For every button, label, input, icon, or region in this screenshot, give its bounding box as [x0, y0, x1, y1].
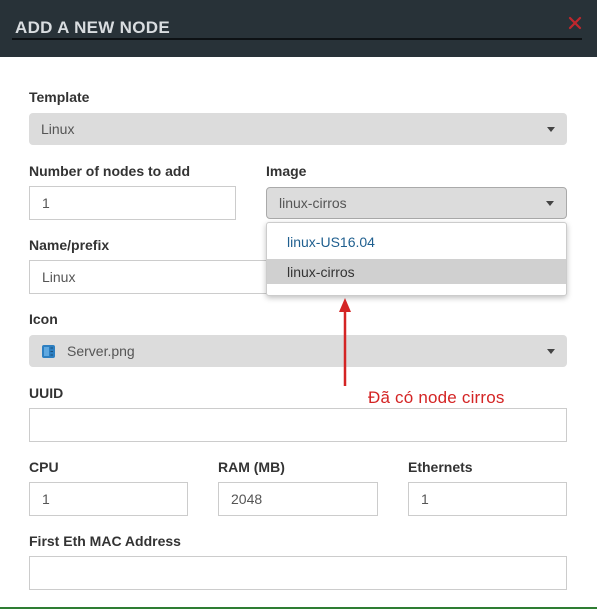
cpu-input[interactable]: 1	[29, 482, 188, 516]
annotation-arrow	[339, 298, 351, 386]
icon-select[interactable]: Server.png	[29, 335, 567, 367]
image-label: Image	[266, 163, 307, 179]
icon-value: Server.png	[67, 343, 135, 359]
dialog-header: ADD A NEW NODE	[0, 0, 597, 57]
ethernets-value: 1	[421, 491, 429, 507]
name-prefix-value: Linux	[42, 269, 76, 285]
nodes-label: Number of nodes to add	[29, 163, 190, 179]
cpu-label: CPU	[29, 459, 59, 475]
template-value: Linux	[41, 121, 75, 137]
nodes-value: 1	[42, 195, 50, 211]
image-option-highlighted[interactable]: linux-cirros	[267, 259, 566, 284]
uuid-input[interactable]	[29, 408, 567, 442]
nodes-input[interactable]: 1	[29, 186, 236, 220]
mac-input[interactable]	[29, 556, 567, 590]
ethernets-input[interactable]: 1	[408, 482, 567, 516]
chevron-down-icon	[547, 349, 555, 354]
image-dropdown-menu: linux-US16.04 linux-cirros	[266, 222, 567, 296]
mac-label: First Eth MAC Address	[29, 533, 181, 549]
template-select[interactable]: Linux	[29, 113, 567, 145]
image-select[interactable]: linux-cirros	[266, 187, 567, 219]
ram-input[interactable]: 2048	[218, 482, 378, 516]
server-icon	[42, 345, 55, 358]
uuid-label: UUID	[29, 385, 64, 401]
ram-value: 2048	[231, 491, 263, 507]
dialog-title: ADD A NEW NODE	[15, 18, 170, 37]
ethernets-label: Ethernets	[408, 459, 473, 475]
name-prefix-label: Name/prefix	[29, 237, 110, 253]
image-value: linux-cirros	[279, 195, 347, 211]
header-divider	[12, 38, 582, 40]
template-label: Template	[29, 89, 90, 105]
cpu-value: 1	[42, 491, 50, 507]
image-option[interactable]: linux-US16.04	[267, 229, 566, 254]
chevron-down-icon	[547, 127, 555, 132]
chevron-down-icon	[546, 201, 554, 206]
icon-label: Icon	[29, 311, 58, 327]
ram-label: RAM (MB)	[218, 459, 285, 475]
close-icon[interactable]	[567, 15, 583, 31]
annotation-text: Đã có node cirros	[368, 388, 505, 407]
